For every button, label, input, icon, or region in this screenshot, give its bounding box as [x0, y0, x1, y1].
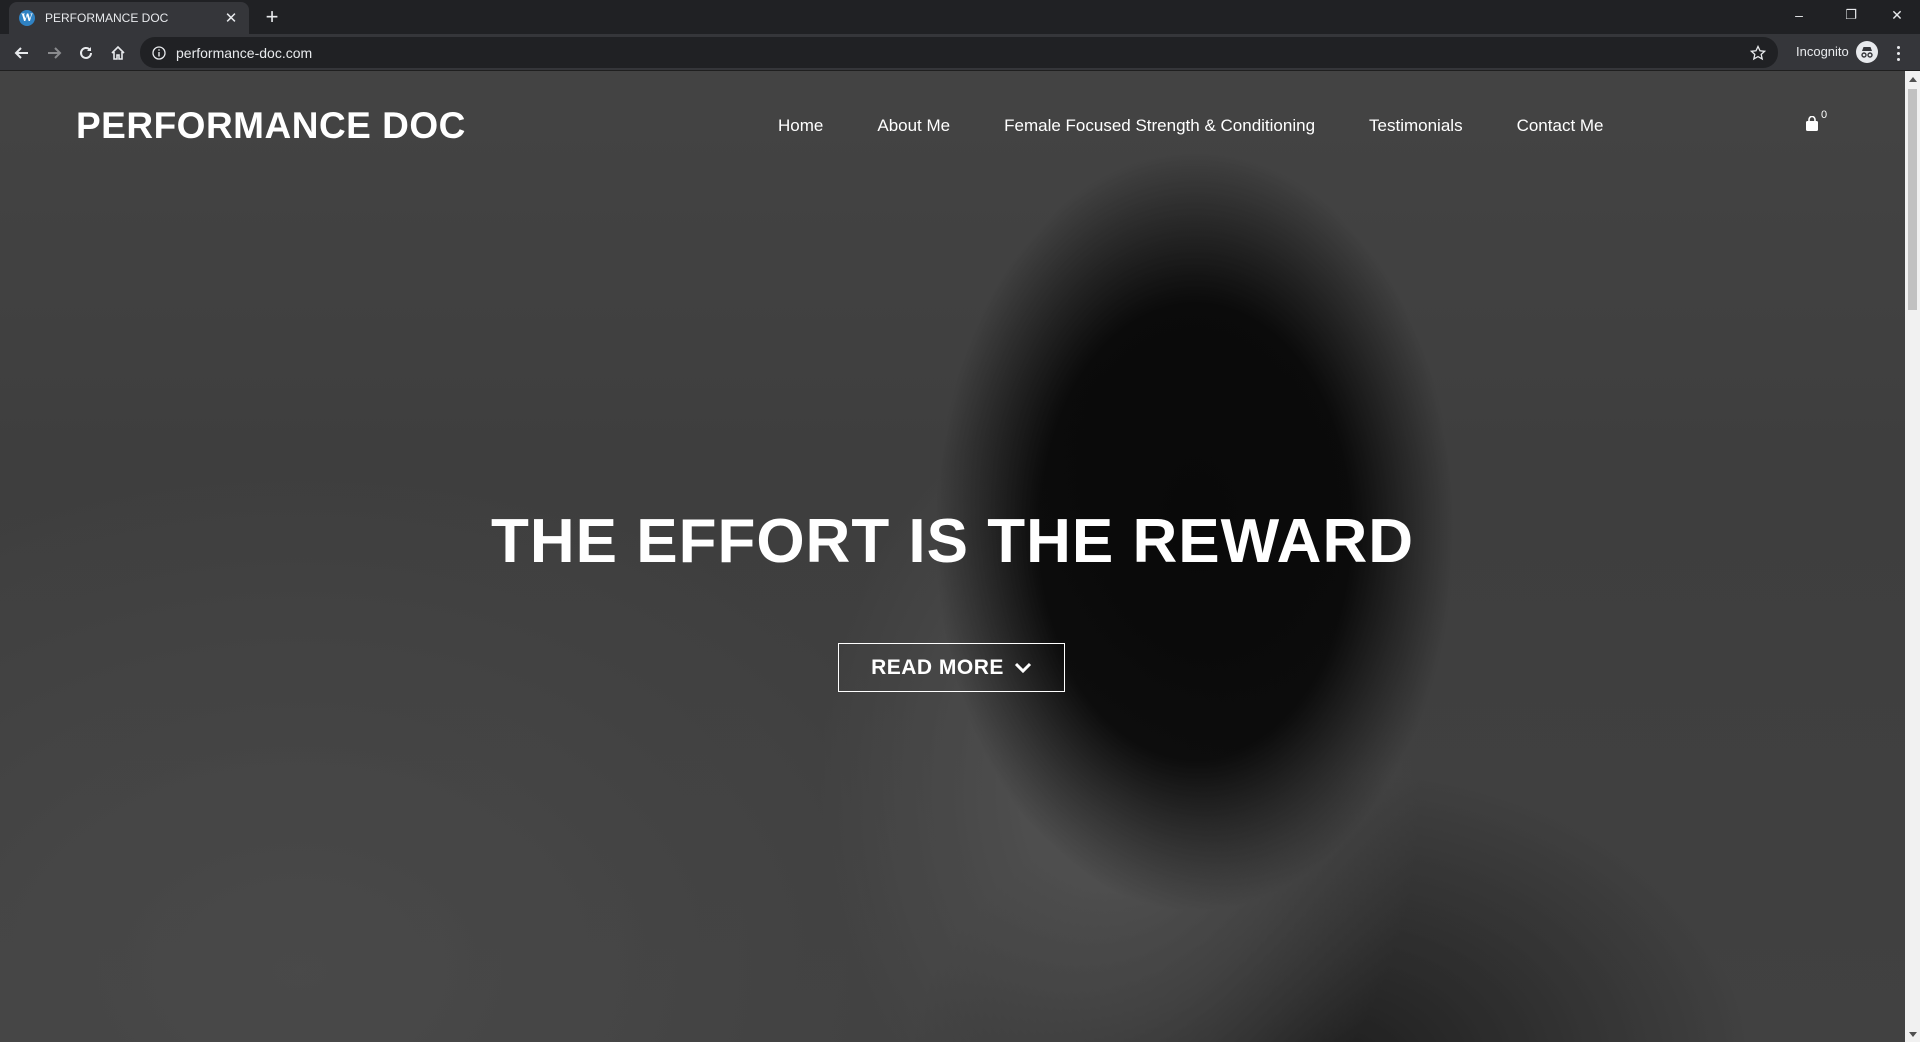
forward-arrow-icon [48, 47, 62, 59]
scroll-up-arrow-icon[interactable] [1905, 71, 1920, 86]
scroll-down-arrow-icon[interactable] [1905, 1027, 1920, 1042]
home-button[interactable] [104, 39, 132, 67]
tab-title: PERFORMANCE DOC [45, 11, 169, 25]
incognito-label: Incognito [1796, 44, 1849, 59]
restore-button[interactable]: ❐ [1828, 0, 1874, 30]
back-button[interactable] [8, 39, 36, 67]
incognito-icon[interactable] [1856, 41, 1878, 63]
wordpress-favicon-icon: W [19, 10, 35, 26]
info-icon [152, 45, 166, 60]
bookmark-star-icon[interactable] [1750, 45, 1766, 61]
browser-toolbar: performance-doc.com Incognito [0, 34, 1920, 71]
scrollbar-thumb[interactable] [1908, 89, 1917, 310]
address-bar[interactable]: performance-doc.com [140, 37, 1778, 68]
home-icon [111, 45, 125, 60]
minimize-button[interactable]: – [1776, 0, 1822, 30]
browser-tab[interactable]: W PERFORMANCE DOC ✕ [9, 2, 249, 34]
hero-title: THE EFFORT IS THE REWARD [491, 507, 1414, 576]
window-close-button[interactable]: ✕ [1874, 0, 1920, 30]
hero-section: THE EFFORT IS THE REWARD READ MORE [0, 71, 1905, 1042]
reload-icon [80, 46, 92, 59]
forward-button[interactable] [40, 39, 68, 67]
read-more-label: READ MORE [871, 655, 1004, 679]
reload-button[interactable] [72, 39, 100, 67]
browser-tab-strip: W PERFORMANCE DOC ✕ + – ❐ ✕ [0, 0, 1920, 34]
tab-close-icon[interactable]: ✕ [223, 9, 239, 27]
page-scrollbar[interactable] [1905, 71, 1920, 1042]
browser-menu-icon[interactable] [1888, 40, 1908, 66]
page-viewport: PERFORMANCE DOC Home About Me Female Foc… [0, 71, 1905, 1042]
new-tab-button[interactable]: + [258, 4, 286, 32]
back-arrow-icon [14, 47, 28, 59]
chevron-down-icon [1014, 662, 1031, 673]
read-more-button[interactable]: READ MORE [838, 643, 1065, 692]
address-url: performance-doc.com [176, 44, 313, 61]
